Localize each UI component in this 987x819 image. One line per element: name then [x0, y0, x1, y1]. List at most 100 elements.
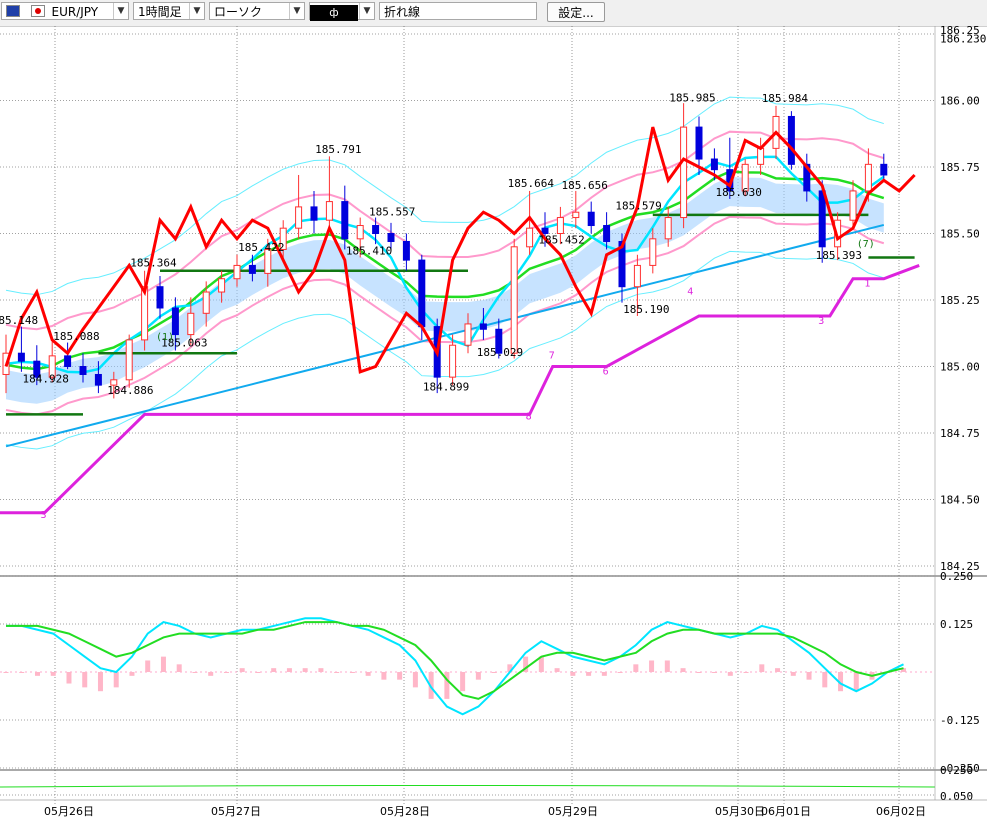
candle: [79, 366, 87, 375]
histogram-bar: [633, 664, 639, 672]
timeframe-select[interactable]: 1時間足 ▼: [133, 2, 205, 20]
price-annotation: 185.452: [538, 233, 584, 246]
candle: [171, 307, 179, 336]
candle: [633, 264, 641, 288]
candle: [94, 373, 102, 386]
indicator-swatch: ф: [310, 5, 358, 21]
y-tick-label: 0.125: [940, 618, 973, 631]
candle: [402, 240, 410, 261]
y-tick-label: 184.75: [940, 427, 980, 440]
histogram-bar: [790, 672, 796, 676]
histogram-bar: [759, 664, 765, 672]
histogram-bar: [554, 668, 560, 672]
candle: [587, 211, 595, 227]
toolbar: EUR/JPY ▼ 1時間足 ▼ ローソク ▼ ф ▼ 折れ線 設定...: [0, 0, 987, 27]
indicator-select[interactable]: ф ▼: [309, 2, 375, 21]
candle: [341, 201, 349, 240]
price-annotation: 185.088: [53, 330, 99, 343]
settings-label: 設定...: [558, 6, 594, 20]
histogram-bar: [365, 672, 371, 676]
candle: [479, 323, 487, 330]
price-annotation: 185.791: [315, 143, 361, 156]
histogram-bar: [381, 672, 387, 680]
candle: [818, 190, 826, 248]
candle: [248, 264, 256, 274]
candle: [218, 278, 226, 293]
histogram-bar: [176, 664, 182, 672]
price-annotation: 185.984: [762, 92, 809, 105]
price-annotation: 185.557: [369, 205, 415, 218]
histogram-bar: [617, 672, 623, 673]
candle: [649, 238, 657, 266]
histogram-bar: [334, 672, 340, 673]
chevron-down-icon[interactable]: ▼: [359, 3, 374, 19]
candle: [556, 217, 564, 234]
histogram-bar: [160, 656, 166, 672]
y-tick-label: 184.50: [940, 494, 980, 507]
histogram-bar: [586, 672, 592, 676]
y-tick-label: 186.230: [940, 32, 986, 45]
histogram-bar: [192, 672, 198, 673]
histogram-bar: [412, 672, 418, 688]
signal-marker: 4: [687, 287, 693, 298]
candle: [757, 147, 765, 165]
price-annotation: 185.422: [238, 241, 284, 254]
jp-flag-icon: [30, 5, 45, 17]
candle: [526, 227, 534, 248]
histogram-bar: [145, 660, 151, 672]
chevron-down-icon[interactable]: ▼: [113, 3, 128, 19]
price-annotation: 185.985: [669, 91, 715, 104]
chevron-down-icon[interactable]: ▼: [289, 3, 304, 19]
timeframe-label: 1時間足: [138, 5, 182, 19]
chart-style-select[interactable]: ローソク ▼: [209, 2, 305, 20]
price-annotation: 185.190: [623, 303, 669, 316]
price-annotation: 185.630: [716, 186, 762, 199]
price-annotation: 185.410: [346, 244, 392, 257]
y-tick-label: 185.75: [940, 161, 980, 174]
histogram-bar: [570, 672, 576, 676]
candle: [880, 163, 888, 176]
price-annotation: 184.928: [23, 373, 69, 386]
y-tick-label: 186.00: [940, 95, 980, 108]
symbol-select[interactable]: EUR/JPY ▼: [1, 2, 129, 20]
price-annotation: 185.148: [0, 314, 38, 327]
price-annotation: 185.364: [130, 257, 177, 270]
histogram-bar: [50, 672, 56, 676]
price-annotation: 185.664: [508, 177, 555, 190]
candle: [572, 211, 580, 219]
settings-button[interactable]: 設定...: [547, 2, 605, 22]
candle: [310, 206, 318, 221]
price-annotation: 184.899: [423, 380, 469, 393]
signal-marker: 6: [603, 366, 609, 377]
x-tick-label: 05月28日: [380, 805, 430, 818]
candle: [295, 206, 303, 229]
histogram-bar: [3, 672, 9, 673]
price-annotation: 185.029: [477, 346, 523, 359]
price-annotation: 185.656: [562, 179, 608, 192]
chart-area: 186.25186.230186.00185.75185.50185.25185…: [0, 26, 987, 818]
x-tick-label: 05月27日: [211, 805, 261, 818]
candle: [864, 163, 872, 192]
line-type-select[interactable]: 折れ線: [379, 2, 537, 20]
signal-marker: 7: [549, 351, 555, 362]
candle: [464, 323, 472, 346]
histogram-bar: [66, 672, 72, 684]
histogram-bar: [491, 672, 497, 673]
histogram-bar: [680, 668, 686, 672]
histogram-bar: [475, 672, 481, 680]
candle: [187, 312, 195, 336]
x-tick-label: 05月29日: [548, 805, 598, 818]
candle: [387, 233, 395, 242]
candle: [17, 352, 25, 362]
x-tick-label: 06月02日: [876, 805, 926, 818]
candle: [418, 259, 426, 328]
histogram-bar: [302, 668, 308, 672]
candle: [449, 344, 457, 378]
price-annotation: 185.579: [615, 199, 661, 212]
candle: [787, 115, 795, 165]
candle: [125, 339, 133, 381]
histogram-bar: [255, 672, 261, 673]
histogram-bar: [649, 660, 655, 672]
candle: [325, 201, 333, 221]
chevron-down-icon[interactable]: ▼: [189, 3, 204, 19]
